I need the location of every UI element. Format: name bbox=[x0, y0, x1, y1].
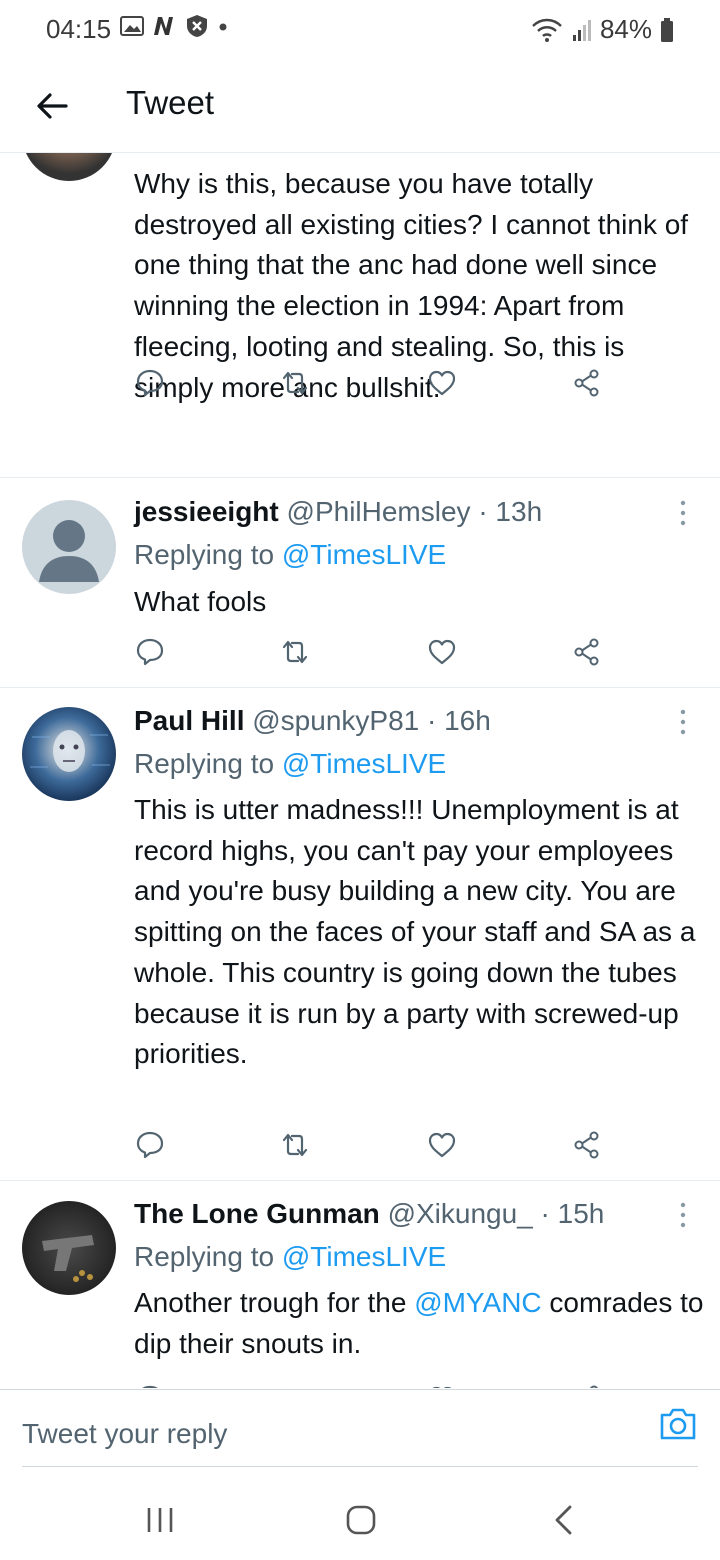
battery-icon bbox=[661, 17, 673, 42]
tweet-actions bbox=[134, 636, 614, 676]
compose-divider bbox=[22, 1466, 698, 1467]
status-bar: 04:15 84% bbox=[0, 0, 720, 60]
netflix-n-icon bbox=[154, 17, 173, 35]
robot-face-icon bbox=[30, 730, 110, 772]
system-navigation-bar bbox=[0, 1480, 720, 1560]
wifi-icon bbox=[532, 18, 562, 42]
reply-icon[interactable] bbox=[134, 367, 166, 399]
replying-to: Replying to @TimesLIVE bbox=[134, 539, 446, 571]
tweet-text: What fools bbox=[134, 586, 267, 617]
default-user-icon bbox=[39, 520, 99, 582]
author-handle[interactable]: @spunkyP81 bbox=[252, 705, 419, 736]
like-heart-icon[interactable] bbox=[426, 367, 458, 399]
retweet-icon[interactable] bbox=[279, 1383, 311, 1388]
tweet-time: · 15h bbox=[540, 1198, 605, 1229]
avatar[interactable] bbox=[22, 707, 116, 801]
tweet-header: Paul Hill @spunkyP81 · 16h bbox=[134, 705, 491, 737]
tweet-time: · 16h bbox=[427, 705, 491, 736]
retweet-icon[interactable] bbox=[279, 1129, 311, 1161]
tweet-header: jessieeight @PhilHemsley · 13h bbox=[134, 496, 542, 528]
tweet-item[interactable]: The Lone Gunman @Xikungu_ · 15h Replying… bbox=[0, 1180, 720, 1388]
page-title: Tweet bbox=[126, 84, 215, 121]
like-heart-icon[interactable] bbox=[426, 1383, 458, 1388]
reply-icon[interactable] bbox=[134, 636, 166, 668]
replying-to-handle[interactable]: @TimesLIVE bbox=[282, 1241, 446, 1272]
retweet-icon[interactable] bbox=[279, 636, 311, 668]
reply-feed[interactable]: Why is this, because you have totally de… bbox=[0, 153, 720, 1388]
replying-to: Replying to @TimesLIVE bbox=[134, 1241, 446, 1273]
replying-to-label: Replying to bbox=[134, 1241, 282, 1272]
more-options-icon[interactable] bbox=[676, 707, 690, 737]
dot-icon bbox=[219, 23, 227, 31]
tweet-time: · 13h bbox=[478, 496, 543, 527]
author-name[interactable]: The Lone Gunman bbox=[134, 1198, 380, 1229]
tweet-actions bbox=[134, 1383, 614, 1388]
home-icon[interactable] bbox=[341, 1500, 381, 1540]
camera-icon[interactable] bbox=[658, 1404, 698, 1444]
tweet-actions bbox=[134, 1129, 614, 1169]
tweet-item[interactable]: Paul Hill @spunkyP81 · 16h Replying to @… bbox=[0, 687, 720, 1181]
tweet-item[interactable]: jessieeight @PhilHemsley · 13h Replying … bbox=[0, 478, 720, 688]
author-handle[interactable]: @PhilHemsley bbox=[287, 496, 471, 527]
more-options-icon[interactable] bbox=[676, 1200, 690, 1230]
replying-to-label: Replying to bbox=[134, 539, 282, 570]
gallery-icon bbox=[120, 16, 144, 36]
tweet-header: The Lone Gunman @Xikungu_ · 15h bbox=[134, 1198, 604, 1230]
replying-to-label: Replying to bbox=[134, 748, 282, 779]
retweet-icon[interactable] bbox=[279, 367, 311, 399]
author-handle[interactable]: @Xikungu_ bbox=[388, 1198, 533, 1229]
status-time: 04:15 bbox=[46, 14, 112, 44]
signal-icon bbox=[572, 19, 591, 41]
avatar[interactable] bbox=[22, 1201, 116, 1295]
like-heart-icon[interactable] bbox=[426, 1129, 458, 1161]
avatar[interactable] bbox=[22, 153, 116, 181]
replying-to-handle[interactable]: @TimesLIVE bbox=[282, 748, 446, 779]
share-icon[interactable] bbox=[571, 636, 603, 668]
app-bar: Tweet bbox=[0, 60, 720, 153]
author-name[interactable]: jessieeight bbox=[134, 496, 279, 527]
reply-icon[interactable] bbox=[134, 1129, 166, 1161]
share-icon[interactable] bbox=[571, 1129, 603, 1161]
back-arrow-icon[interactable] bbox=[32, 86, 72, 126]
tweet-text: Another trough for the @MYANC comrades t… bbox=[134, 1283, 704, 1364]
author-name[interactable]: Paul Hill bbox=[134, 705, 244, 736]
more-options-icon[interactable] bbox=[676, 498, 690, 528]
reply-icon[interactable] bbox=[134, 1383, 166, 1388]
share-icon[interactable] bbox=[571, 1383, 603, 1388]
back-chevron-icon[interactable] bbox=[544, 1500, 584, 1540]
tweet-item[interactable]: Why is this, because you have totally de… bbox=[0, 153, 720, 478]
shield-x-icon bbox=[187, 15, 207, 37]
handgun-icon bbox=[42, 1235, 94, 1282]
reply-input[interactable]: Tweet your reply bbox=[22, 1418, 227, 1450]
replying-to: Replying to @TimesLIVE bbox=[134, 748, 446, 780]
mention-link[interactable]: @MYANC bbox=[414, 1287, 541, 1318]
tweet-text-part: Another trough for the bbox=[134, 1287, 415, 1318]
battery-percent: 84% bbox=[599, 14, 652, 44]
recent-apps-icon[interactable] bbox=[140, 1500, 180, 1540]
tweet-actions bbox=[134, 367, 614, 407]
replying-to-handle[interactable]: @TimesLIVE bbox=[282, 539, 446, 570]
tweet-text: This is utter madness!!! Unemployment is… bbox=[134, 794, 696, 1070]
reply-compose-bar: Tweet your reply bbox=[0, 1389, 720, 1480]
avatar[interactable] bbox=[22, 500, 116, 594]
like-heart-icon[interactable] bbox=[426, 636, 458, 668]
share-icon[interactable] bbox=[571, 367, 603, 399]
